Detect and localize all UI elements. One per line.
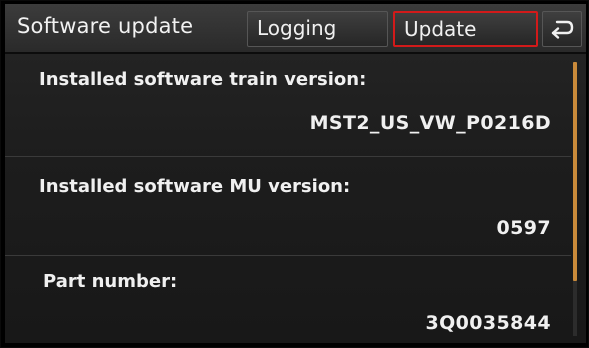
tab-update[interactable]: Update [393,11,538,47]
infotainment-screen: Software update Logging Update Installed… [5,4,586,343]
part-number-label: Part number: [43,271,178,292]
part-number-value: 3Q0035844 [425,312,551,334]
back-button[interactable] [542,11,582,47]
list-item: Installed software MU version: 0597 [5,157,571,256]
scrollbar-thumb[interactable] [573,62,577,281]
list-item: Part number: 3Q0035844 [5,256,571,343]
mu-version-label: Installed software MU version: [39,176,351,197]
page-title: Software update [17,14,194,38]
tab-logging[interactable]: Logging [247,11,388,47]
mu-version-value: 0597 [496,217,551,239]
list-item: Installed software train version: MST2_U… [5,56,571,157]
train-version-label: Installed software train version: [39,69,367,90]
return-arrow-icon [551,20,574,39]
train-version-value: MST2_US_VW_P0216D [309,112,551,134]
device-frame: Software update Logging Update Installed… [0,0,589,348]
header-bar: Software update Logging Update [5,4,586,54]
